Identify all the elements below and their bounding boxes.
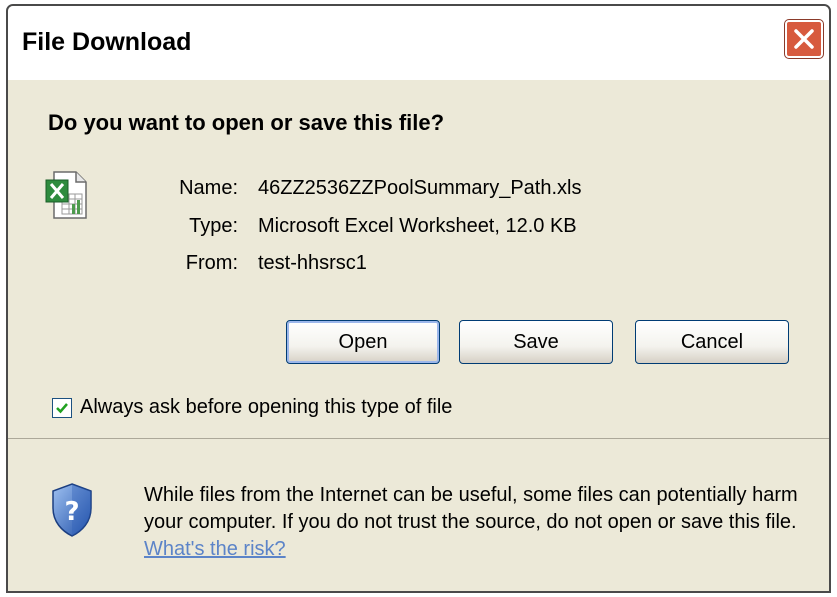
- security-shield-icon: ?: [52, 483, 92, 537]
- from-label: From:: [185, 252, 238, 274]
- save-button[interactable]: Save: [459, 320, 613, 364]
- file-from-value: test-hhsrsc1: [258, 252, 367, 274]
- always-ask-label[interactable]: Always ask before opening this type of f…: [80, 396, 452, 419]
- name-label: Name:: [179, 177, 238, 199]
- file-name-value: 46ZZ2536ZZPoolSummary_Path.xls: [258, 177, 582, 199]
- close-button[interactable]: [785, 20, 823, 58]
- checkmark-icon: [56, 403, 68, 414]
- open-button[interactable]: Open: [286, 320, 440, 364]
- svg-text:?: ?: [64, 497, 79, 527]
- title-bar[interactable]: File Download: [8, 6, 829, 80]
- always-ask-checkbox[interactable]: [52, 398, 72, 418]
- warning-text: While files from the Internet can be use…: [144, 484, 798, 533]
- file-download-dialog: File Download Do you want to open or sav…: [6, 4, 831, 593]
- type-label: Type:: [189, 215, 238, 237]
- excel-file-icon: [45, 171, 87, 219]
- window-title: File Download: [22, 28, 192, 56]
- whats-the-risk-link[interactable]: What's the risk?: [144, 538, 286, 560]
- file-type-value: Microsoft Excel Worksheet, 12.0 KB: [258, 215, 577, 237]
- close-icon: [794, 29, 814, 49]
- warning-message: While files from the Internet can be use…: [144, 482, 804, 563]
- dialog-question: Do you want to open or save this file?: [48, 110, 445, 135]
- cancel-button[interactable]: Cancel: [635, 320, 789, 364]
